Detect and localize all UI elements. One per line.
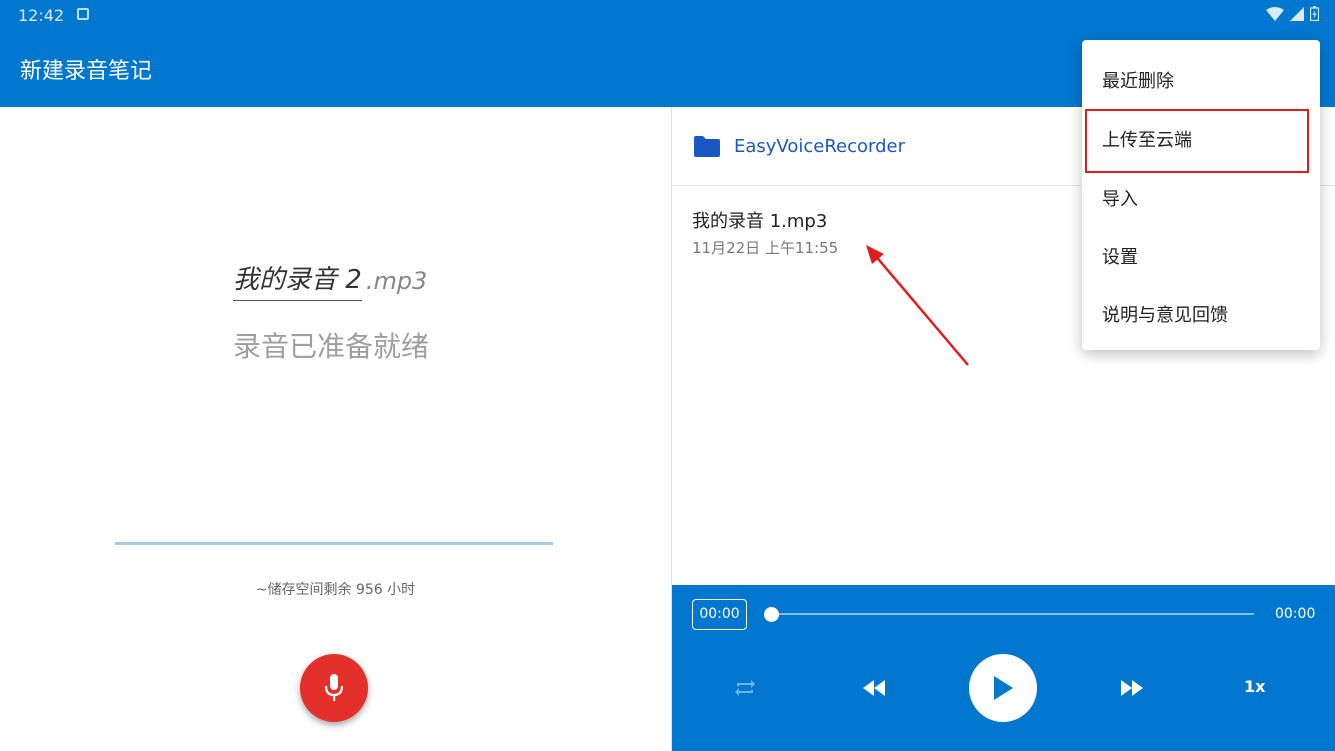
folder-header[interactable]: EasyVoiceRecorder [694, 135, 905, 157]
annotation-highlight-box [1085, 109, 1309, 173]
folder-icon [694, 136, 720, 157]
folder-name: EasyVoiceRecorder [734, 135, 905, 157]
player-bar: 00:00 00:00 1x [672, 585, 1335, 751]
fast-forward-icon [1121, 680, 1143, 696]
status-icons [1266, 6, 1319, 21]
seek-thumb[interactable] [764, 607, 779, 622]
notification-icon [77, 8, 89, 20]
file-date: 11月22日 上午11:55 [692, 239, 839, 257]
recorder-status: 录音已准备就绪 [233, 330, 430, 363]
record-button[interactable] [300, 654, 368, 722]
repeat-icon [735, 680, 755, 696]
play-button[interactable] [969, 654, 1037, 722]
status-time: 12:42 [18, 6, 65, 25]
current-time: 00:00 [692, 599, 747, 630]
rewind-button[interactable] [861, 677, 887, 699]
wifi-icon [1266, 6, 1284, 21]
status-bar: 12:42 [0, 0, 1335, 31]
filename-extension: .mp3 [365, 267, 428, 295]
storage-remaining: ~储存空间剩余 956 小时 [255, 582, 416, 598]
filename-row: 我的录音 2 .mp3 [233, 259, 427, 301]
filename-input[interactable]: 我的录音 2 [233, 259, 362, 301]
app-title: 新建录音笔记 [20, 59, 153, 84]
rewind-icon [863, 680, 885, 696]
menu-item-help-feedback[interactable]: 说明与意见回馈 [1102, 301, 1228, 327]
play-icon [994, 676, 1013, 700]
menu-item-recently-deleted[interactable]: 最近删除 [1102, 67, 1174, 93]
microphone-icon [324, 674, 344, 701]
menu-item-settings[interactable]: 设置 [1102, 243, 1138, 269]
overflow-menu: 最近删除 上传至云端 导入 设置 说明与意见回馈 [1082, 40, 1320, 350]
list-item[interactable]: 我的录音 1.mp3 11月22日 上午11:55 [692, 207, 838, 258]
repeat-button[interactable] [731, 676, 759, 700]
recorder-pane: 我的录音 2 .mp3 录音已准备就绪 ~储存空间剩余 956 小时 [0, 107, 671, 751]
signal-icon [1290, 6, 1304, 21]
file-name: 我的录音 1.mp3 [692, 211, 828, 232]
battery-icon [1310, 6, 1319, 21]
fast-forward-button[interactable] [1119, 677, 1145, 699]
seek-bar[interactable] [771, 613, 1254, 615]
menu-item-import[interactable]: 导入 [1102, 185, 1138, 211]
total-time: 00:00 [1275, 606, 1316, 622]
playback-speed-button[interactable]: 1x [1244, 677, 1265, 696]
audio-level-bar [115, 542, 553, 545]
